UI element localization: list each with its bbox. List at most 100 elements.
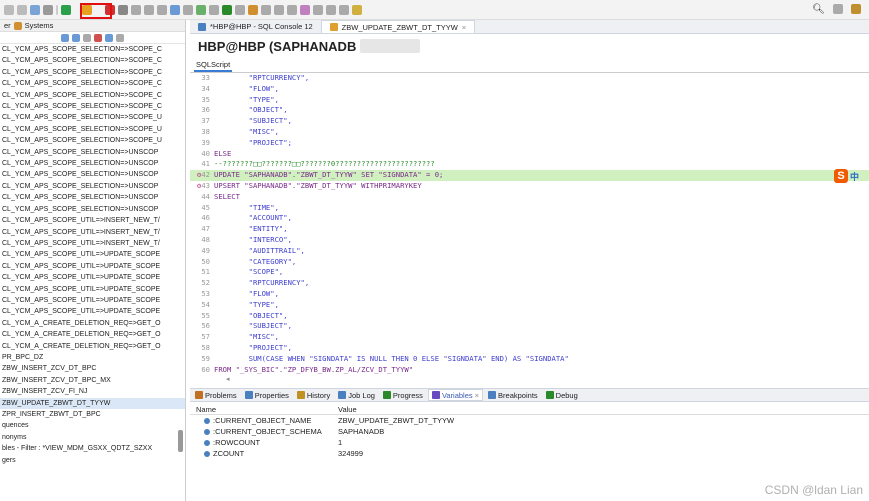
tree-item[interactable]: ZPR_INSERT_ZBWT_DT_BPC [0, 409, 185, 420]
tree-item[interactable]: CL_YCM_APS_SCOPE_UTIL=>UPDATE_SCOPE [0, 249, 185, 260]
toolbar-icon[interactable] [43, 4, 53, 15]
tab-progress[interactable]: Progress [380, 389, 426, 401]
variable-row[interactable]: :CURRENT_OBJECT_SCHEMA SAPHANADB [190, 426, 869, 437]
variable-row[interactable]: :CURRENT_OBJECT_NAME ZBW_UPDATE_ZBWT_DT_T… [190, 415, 869, 426]
tree-item[interactable]: bles - Filter : *VIEW_MDM_GSXX_QDTZ_SZXX [0, 443, 185, 454]
toolbar-icon[interactable] [105, 33, 113, 42]
tree-item[interactable]: gers [0, 455, 185, 466]
tree-item[interactable]: nonyms [0, 432, 185, 443]
tree-item[interactable]: quences [0, 420, 185, 431]
toolbar-icon[interactable] [116, 33, 124, 42]
tree-item[interactable]: CL_YCM_APS_SCOPE_UTIL=>UPDATE_SCOPE [0, 272, 185, 283]
tree-scrollbar[interactable] [178, 430, 183, 452]
close-icon[interactable]: × [475, 391, 479, 400]
tree-item[interactable]: CL_YCM_A_CREATE_DELETION_REQ=>GET_O [0, 329, 185, 340]
tab-procedure[interactable]: ZBW_UPDATE_ZBWT_DT_TYYW × [320, 20, 476, 33]
tree-item[interactable]: CL_YCM_APS_SCOPE_SELECTION=>SCOPE_U [0, 135, 185, 146]
search-icon[interactable]: 🔍︎ [812, 4, 825, 15]
code-lines: 33 "RPTCURRENCY", 34 "FLOW", 35 "TYPE", 36 … [190, 73, 869, 375]
tree-item[interactable]: CL_YCM_APS_SCOPE_SELECTION=>SCOPE_C [0, 55, 185, 66]
tree-item[interactable]: CL_YCM_APS_SCOPE_UTIL=>INSERT_NEW_T/ [0, 238, 185, 249]
variable-row[interactable]: ZCOUNT 324999 [190, 448, 869, 459]
perspective-icon[interactable] [851, 4, 861, 14]
tree-item[interactable]: CL_YCM_APS_SCOPE_SELECTION=>SCOPE_U [0, 112, 185, 123]
tab-sql-console[interactable]: *HBP@HBP - SQL Console 12 [190, 20, 321, 33]
tree-item[interactable]: CL_YCM_APS_SCOPE_UTIL=>UPDATE_SCOPE [0, 261, 185, 272]
tree-item[interactable]: PR_BPC_DZ [0, 352, 185, 363]
toolbar-icon[interactable] [196, 4, 206, 15]
tree-item[interactable]: CL_YCM_APS_SCOPE_SELECTION=>UNSCOP [0, 158, 185, 169]
tab-sqlscript[interactable]: SQLScript [194, 60, 233, 72]
toolbar-icon[interactable] [287, 4, 297, 15]
toolbar-icon[interactable] [94, 33, 102, 42]
toolbar-icon[interactable] [4, 4, 14, 15]
toolbar-icon[interactable] [313, 4, 323, 15]
save-icon[interactable] [61, 4, 71, 15]
tree-item[interactable]: CL_YCM_APS_SCOPE_UTIL=>UPDATE_SCOPE [0, 284, 185, 295]
systems-tab[interactable]: er Systems [0, 20, 185, 32]
line-number: 52 [190, 278, 214, 289]
tree-item[interactable]: CL_YCM_A_CREATE_DELETION_REQ=>GET_O [0, 341, 185, 352]
tree-item[interactable]: CL_YCM_APS_SCOPE_SELECTION=>SCOPE_U [0, 124, 185, 135]
code-line: 45 "TIME", [190, 203, 869, 214]
tree-item[interactable]: CL_YCM_APS_SCOPE_SELECTION=>UNSCOP [0, 181, 185, 192]
tree-item[interactable]: CL_YCM_APS_SCOPE_UTIL=>INSERT_NEW_T/ [0, 215, 185, 226]
tab-job-log[interactable]: Job Log [335, 389, 378, 401]
toolbar-icon[interactable] [235, 4, 245, 15]
toolbar-icon[interactable] [83, 33, 91, 42]
tree-item[interactable]: CL_YCM_APS_SCOPE_SELECTION=>SCOPE_C [0, 101, 185, 112]
toolbar-icon[interactable] [300, 4, 310, 15]
tree-item[interactable]: CL_YCM_APS_SCOPE_SELECTION=>UNSCOP [0, 169, 185, 180]
toolbar-icon[interactable] [170, 4, 180, 15]
tree-item[interactable]: CL_YCM_APS_SCOPE_SELECTION=>SCOPE_C [0, 78, 185, 89]
variable-row[interactable]: :ROWCOUNT 1 [190, 437, 869, 448]
tab-debug[interactable]: Debug [543, 389, 581, 401]
sql-editor[interactable]: 33 "RPTCURRENCY", 34 "FLOW", 35 "TYPE", 36 … [190, 72, 869, 382]
tree-item[interactable]: CL_YCM_APS_SCOPE_UTIL=>UPDATE_SCOPE [0, 295, 185, 306]
toolbar-icon[interactable] [339, 4, 349, 15]
toolbar-icon[interactable] [222, 4, 232, 15]
tree-item[interactable]: CL_YCM_APS_SCOPE_SELECTION=>UNSCOP [0, 147, 185, 158]
tree-item[interactable]: ZBW_UPDATE_ZBWT_DT_TYYW [0, 397, 185, 409]
tab-breakpoints[interactable]: Breakpoints [485, 389, 541, 401]
progress-icon [382, 391, 391, 399]
tree-item[interactable]: CL_YCM_APS_SCOPE_UTIL=>UPDATE_SCOPE [0, 306, 185, 317]
close-icon[interactable]: × [462, 23, 466, 32]
toolbar-icon[interactable] [157, 4, 167, 15]
tab-problems[interactable]: Problems [192, 389, 240, 401]
toolbar-icon[interactable] [183, 4, 193, 15]
code-line: 53 "FLOW", [190, 289, 869, 300]
line-number-text: 53 [201, 288, 210, 298]
main-toolbar: 🔍︎ [0, 0, 869, 20]
toolbar-icon[interactable] [61, 33, 69, 42]
editor-tabs: *HBP@HBP - SQL Console 12 ZBW_UPDATE_ZBW… [190, 20, 869, 34]
tree-item[interactable]: CL_YCM_APS_SCOPE_SELECTION=>SCOPE_C [0, 90, 185, 101]
tree-item[interactable]: ZBW_INSERT_ZCV_DT_BPC [0, 363, 185, 374]
tree-item[interactable]: CL_YCM_APS_SCOPE_SELECTION=>SCOPE_C [0, 67, 185, 78]
toolbar-icon[interactable] [17, 4, 27, 15]
tree-item[interactable]: CL_YCM_APS_SCOPE_SELECTION=>UNSCOP [0, 192, 185, 203]
toolbar-icon[interactable] [131, 4, 141, 15]
toolbar-icon[interactable] [352, 4, 362, 15]
debug-icon[interactable] [118, 4, 128, 15]
toolbar-icon[interactable] [261, 4, 271, 15]
tab-variables[interactable]: Variables × [427, 389, 484, 401]
toolbar-icon[interactable] [144, 4, 154, 15]
tree-item[interactable]: CL_YCM_APS_SCOPE_SELECTION=>SCOPE_C [0, 44, 185, 55]
toolbar-icon[interactable] [248, 4, 258, 15]
perspective-icon[interactable] [833, 4, 843, 14]
scroll-left-icon[interactable]: ◂ [226, 375, 230, 383]
tree-item[interactable]: ZBW_INSERT_ZCV_FI_NJ [0, 386, 185, 397]
toolbar-icon[interactable] [30, 4, 40, 15]
tree-item[interactable]: CL_YCM_APS_SCOPE_UTIL=>INSERT_NEW_T/ [0, 227, 185, 238]
toolbar-icon[interactable] [209, 4, 219, 15]
toolbar-icon[interactable] [72, 33, 80, 42]
tree-item[interactable]: CL_YCM_A_CREATE_DELETION_REQ=>GET_O [0, 318, 185, 329]
job-log-icon [338, 391, 347, 399]
toolbar-icon[interactable] [326, 4, 336, 15]
toolbar-icon[interactable] [274, 4, 284, 15]
tab-properties[interactable]: Properties [242, 389, 292, 401]
tab-history[interactable]: History [294, 389, 333, 401]
tree-item[interactable]: ZBW_INSERT_ZCV_DT_BPC_MX [0, 375, 185, 386]
tree-item[interactable]: CL_YCM_APS_SCOPE_SELECTION=>UNSCOP [0, 204, 185, 215]
